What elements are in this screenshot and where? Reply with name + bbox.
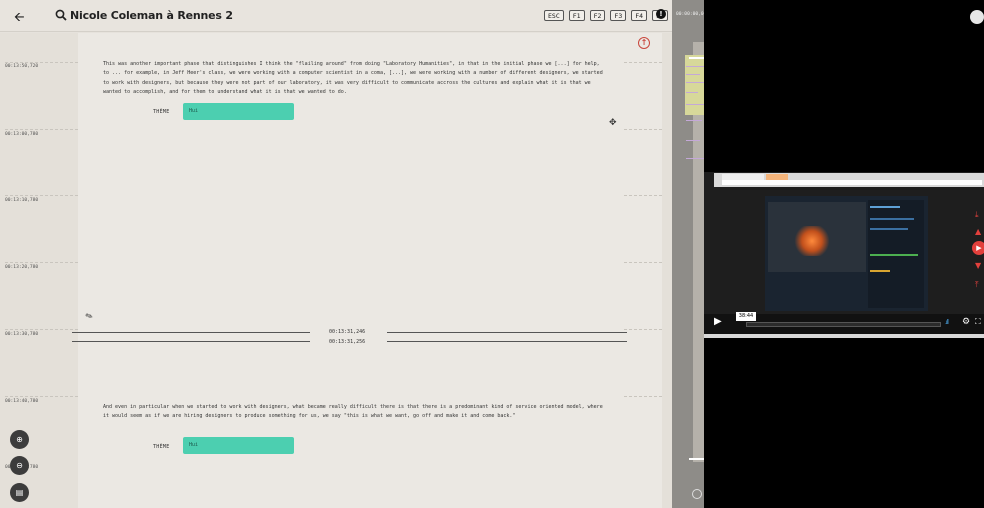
page-title: Nicole Coleman à Rennes 2: [70, 9, 233, 22]
zoom-in-icon[interactable]: ⊕: [10, 430, 29, 449]
skip-end-icon[interactable]: ⤒: [975, 280, 979, 290]
tag-icon[interactable]: [970, 10, 984, 24]
forward-icon[interactable]: ▼: [975, 261, 981, 270]
search-icon[interactable]: [55, 9, 67, 21]
segment-cut-line: [387, 332, 627, 333]
timestamp-tick: [5, 195, 78, 196]
fullscreen-icon[interactable]: ⛶: [975, 317, 981, 327]
rewind-icon[interactable]: ▲: [975, 227, 981, 236]
timeline-marker: [686, 82, 706, 83]
timestamp-label: 00:13:30,780: [5, 332, 39, 337]
timeline-marker: [686, 158, 704, 159]
video-seek-row[interactable]: [704, 334, 984, 338]
timeline-marker: [686, 120, 702, 121]
gear-icon[interactable]: ⚙: [962, 317, 970, 327]
timestamp-tick: [5, 129, 78, 130]
video-panel-line: [870, 228, 908, 230]
timeline-marker: [686, 92, 698, 93]
transcript-segment-text[interactable]: This was another important phase that di…: [103, 60, 603, 98]
timestamp-tick: [5, 262, 78, 263]
timestamp-label: 00:13:40,780: [5, 399, 39, 404]
theme-tag[interactable]: Hui: [183, 103, 294, 120]
timestamp-label: 00:13:20,780: [5, 265, 39, 270]
timestamp-label: 00:13:00,780: [5, 132, 39, 137]
timestamp-tick: [624, 396, 662, 397]
video-map-glow: [792, 226, 832, 256]
scroll-top-icon[interactable]: ↑: [638, 37, 650, 49]
timestamp-tick: [5, 396, 78, 397]
video-panel-line: [870, 270, 890, 272]
timestamp-tick: [5, 62, 78, 63]
timeline-marker: [686, 74, 700, 75]
video-browser-url: [722, 180, 982, 185]
video-time-tooltip: 38:44: [736, 312, 756, 321]
timestamp-tick: [624, 195, 662, 196]
key-f3[interactable]: F3: [610, 10, 627, 21]
add-marker-icon[interactable]: [692, 489, 702, 499]
arrow-left-icon[interactable]: 🡨: [14, 8, 25, 30]
theme-tag[interactable]: Hui: [183, 437, 294, 454]
move-icon[interactable]: ✥: [609, 118, 617, 128]
key-f2[interactable]: F2: [589, 10, 606, 21]
timestamp-label: 00:13:50,720: [5, 64, 39, 69]
timestamp-tick: [624, 329, 662, 330]
video-panel-line: [870, 254, 918, 256]
segment-cut-line: [72, 332, 310, 333]
transcript-column: [78, 33, 662, 508]
video-panel-line: [870, 206, 900, 208]
video-progress-bar[interactable]: [746, 322, 941, 327]
info-icon[interactable]: !: [656, 9, 666, 19]
transcript-area: [0, 33, 672, 508]
zoom-out-icon[interactable]: ⊖: [10, 456, 29, 475]
timeline-marker: [686, 66, 704, 67]
volume-icon[interactable]: .ıll: [945, 319, 949, 326]
cut-start-time: 00:13:31,246: [329, 329, 366, 335]
timestamp-tick: [624, 262, 662, 263]
segment-cut-line: [72, 341, 310, 342]
cut-end-time: 00:13:31,256: [329, 339, 366, 345]
key-f4[interactable]: F4: [631, 10, 648, 21]
play-icon[interactable]: ▶: [714, 316, 722, 327]
theme-label: THÈME: [153, 444, 170, 450]
segment-cut-line: [387, 341, 627, 342]
play-circle-icon[interactable]: ▶: [972, 241, 984, 255]
timeline-marker: [686, 104, 704, 105]
layout-icon[interactable]: ▤: [10, 483, 29, 502]
video-panel-line: [870, 218, 914, 220]
timestamp-label: 00:13:10,780: [5, 198, 39, 203]
timeline-marker: [686, 140, 700, 141]
timestamp-tick: [624, 62, 662, 63]
top-bar: 🡨 Nicole Coleman à Rennes 2 ESC F1 F2 F3…: [0, 0, 672, 32]
theme-label: THÈME: [153, 109, 170, 115]
timestamp-tick: [624, 129, 662, 130]
key-f1[interactable]: F1: [568, 10, 585, 21]
key-esc[interactable]: ESC: [544, 10, 564, 21]
app-root: 🡨 Nicole Coleman à Rennes 2 ESC F1 F2 F3…: [0, 0, 984, 508]
timestamp-tick: [5, 329, 78, 330]
shortcut-keys: ESC F1 F2 F3 F4 F5: [544, 10, 668, 21]
skip-start-icon[interactable]: ⤓: [975, 210, 979, 220]
transcript-segment-text[interactable]: And even in particular when we started t…: [103, 403, 603, 422]
